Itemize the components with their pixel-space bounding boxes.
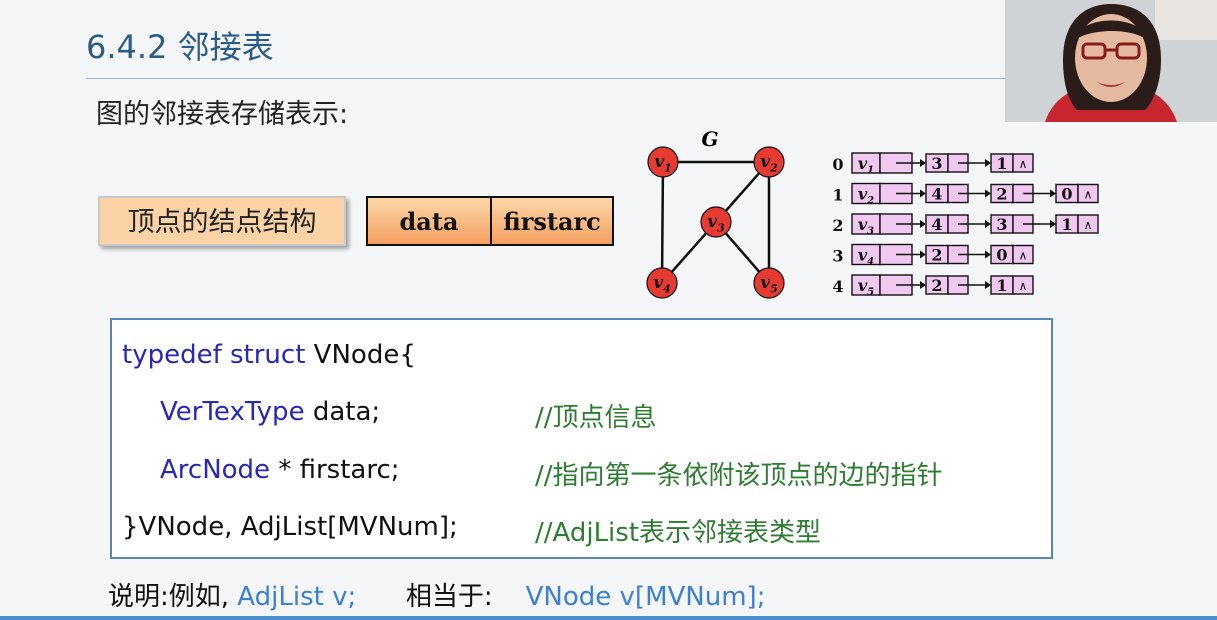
adjacency-index: 4: [832, 277, 843, 296]
arc-adjvex-label: 2: [996, 185, 1007, 204]
code-comment-firstarc: //指向第一条依附该顶点的边的指针: [535, 461, 943, 491]
arc-adjvex-label: 4: [931, 185, 942, 204]
adjacency-index: 2: [832, 216, 843, 235]
code-comment-adjlist: //AdjList表示邻接表类型: [535, 518, 822, 548]
code-field-data: data;: [304, 397, 381, 427]
arc-adjvex-label: 0: [1061, 185, 1072, 204]
pointer-arrowhead: [1050, 220, 1056, 228]
arc-adjvex-label: 1: [1061, 215, 1072, 234]
pointer-arrowhead: [920, 189, 926, 198]
code-line-4: }VNode, AdjList[MVNum];: [122, 512, 458, 542]
graph-and-adjacency-list-diagram: G v1 v2v3v4 v5 0 v1 3 1 ∧1 v2 4 2 0 ∧2 v3 4 3 1 ∧3 v4 2 0 ∧4…: [646, 127, 1099, 299]
null-pointer-symbol: ∧: [1084, 218, 1093, 232]
graph-edge-v1-v4: [660, 161, 665, 284]
code-field-firstarc: * firstarc;: [270, 455, 400, 485]
pointer-arrowhead: [985, 281, 991, 289]
arc-adjvex-label: 2: [931, 276, 942, 295]
graph-g: G v1 v2v3v4 v5: [646, 127, 785, 299]
adjacency-index: 3: [832, 247, 843, 266]
pointer-arrowhead: [985, 189, 991, 198]
arc-adjvex-label: 3: [996, 215, 1007, 234]
pointer-arrowhead: [920, 250, 926, 259]
adjacency-row-2: 2 v3 4 3 1 ∧: [832, 213, 1099, 237]
graph-name: G: [701, 127, 718, 151]
adjacency-row-4: 4 v5 2 1 ∧: [832, 274, 1034, 298]
code-type-vertextype: VerTexType: [160, 397, 305, 427]
adjacency-row-0: 0 v1 3 1 ∧: [832, 152, 1034, 176]
pointer-arrowhead: [1050, 189, 1056, 198]
code-comment-vertex-info: //顶点信息: [535, 403, 657, 433]
code-line-3: ArcNode * firstarc;: [160, 455, 400, 485]
explanation-note: 说明:例如, AdjList v; 相当于: VNode v[MVNum];: [108, 576, 765, 613]
adjacency-index: 0: [832, 155, 843, 174]
pointer-arrowhead: [985, 250, 991, 259]
arc-adjvex-label: 0: [996, 246, 1007, 265]
pointer-arrowhead: [920, 159, 926, 167]
code-type-arcnode: ArcNode: [160, 455, 271, 485]
note-prefix: 说明:例如,: [108, 582, 238, 612]
title-divider: [86, 78, 1016, 79]
arc-adjvex-label: 1: [996, 154, 1007, 173]
pointer-arrowhead: [985, 159, 991, 167]
slide-subtitle: 图的邻接表存储表示:: [96, 99, 349, 130]
code-line-2: VerTexType data;: [160, 397, 380, 427]
node-field-data: data: [368, 198, 492, 244]
note-example: AdjList v;: [237, 582, 357, 612]
adjacency-row-3: 3 v4 2 0 ∧: [832, 243, 1034, 268]
null-pointer-symbol: ∧: [1019, 249, 1028, 263]
code-line-1: typedef struct VNode{: [122, 340, 416, 370]
slide-title: 6.4.2 邻接表: [86, 28, 274, 66]
null-pointer-symbol: ∧: [1084, 188, 1093, 202]
arc-adjvex-label: 1: [996, 276, 1007, 295]
code-keyword-typedef-struct: typedef struct: [122, 340, 314, 370]
note-equivalent: VNode v[MVNum];: [525, 582, 766, 612]
arc-adjvex-label: 4: [931, 215, 942, 234]
presenter-video-image: [1005, 0, 1217, 122]
adjacency-index: 1: [832, 186, 843, 205]
code-block: typedef struct VNode{ VerTexType data; /…: [110, 318, 1053, 559]
adjacency-row-1: 1 v2 4 2 0 ∧: [832, 182, 1099, 207]
null-pointer-symbol: ∧: [1019, 157, 1028, 171]
note-middle: 相当于:: [405, 582, 501, 612]
node-field-firstarc: firstarc: [503, 206, 601, 236]
pointer-arrowhead: [920, 220, 926, 228]
adjacency-list: 0 v1 3 1 ∧1 v2 4 2 0 ∧2 v3 4 3 1 ∧3 v4 2 0 ∧4 v5 2 1 ∧: [832, 152, 1099, 298]
vertex-node-structure-label: 顶点的结点结构: [98, 196, 346, 246]
null-pointer-symbol: ∧: [1019, 279, 1028, 293]
presenter-webcam: [1005, 0, 1217, 122]
arc-adjvex-label: 3: [931, 154, 942, 173]
code-struct-name: VNode{: [313, 340, 416, 370]
pointer-arrowhead: [920, 281, 926, 289]
arc-adjvex-label: 2: [931, 246, 942, 265]
bottom-accent-bar: [0, 616, 1217, 620]
pointer-arrowhead: [985, 220, 991, 228]
vertex-node-structure-diagram: data firstarc: [366, 196, 614, 246]
